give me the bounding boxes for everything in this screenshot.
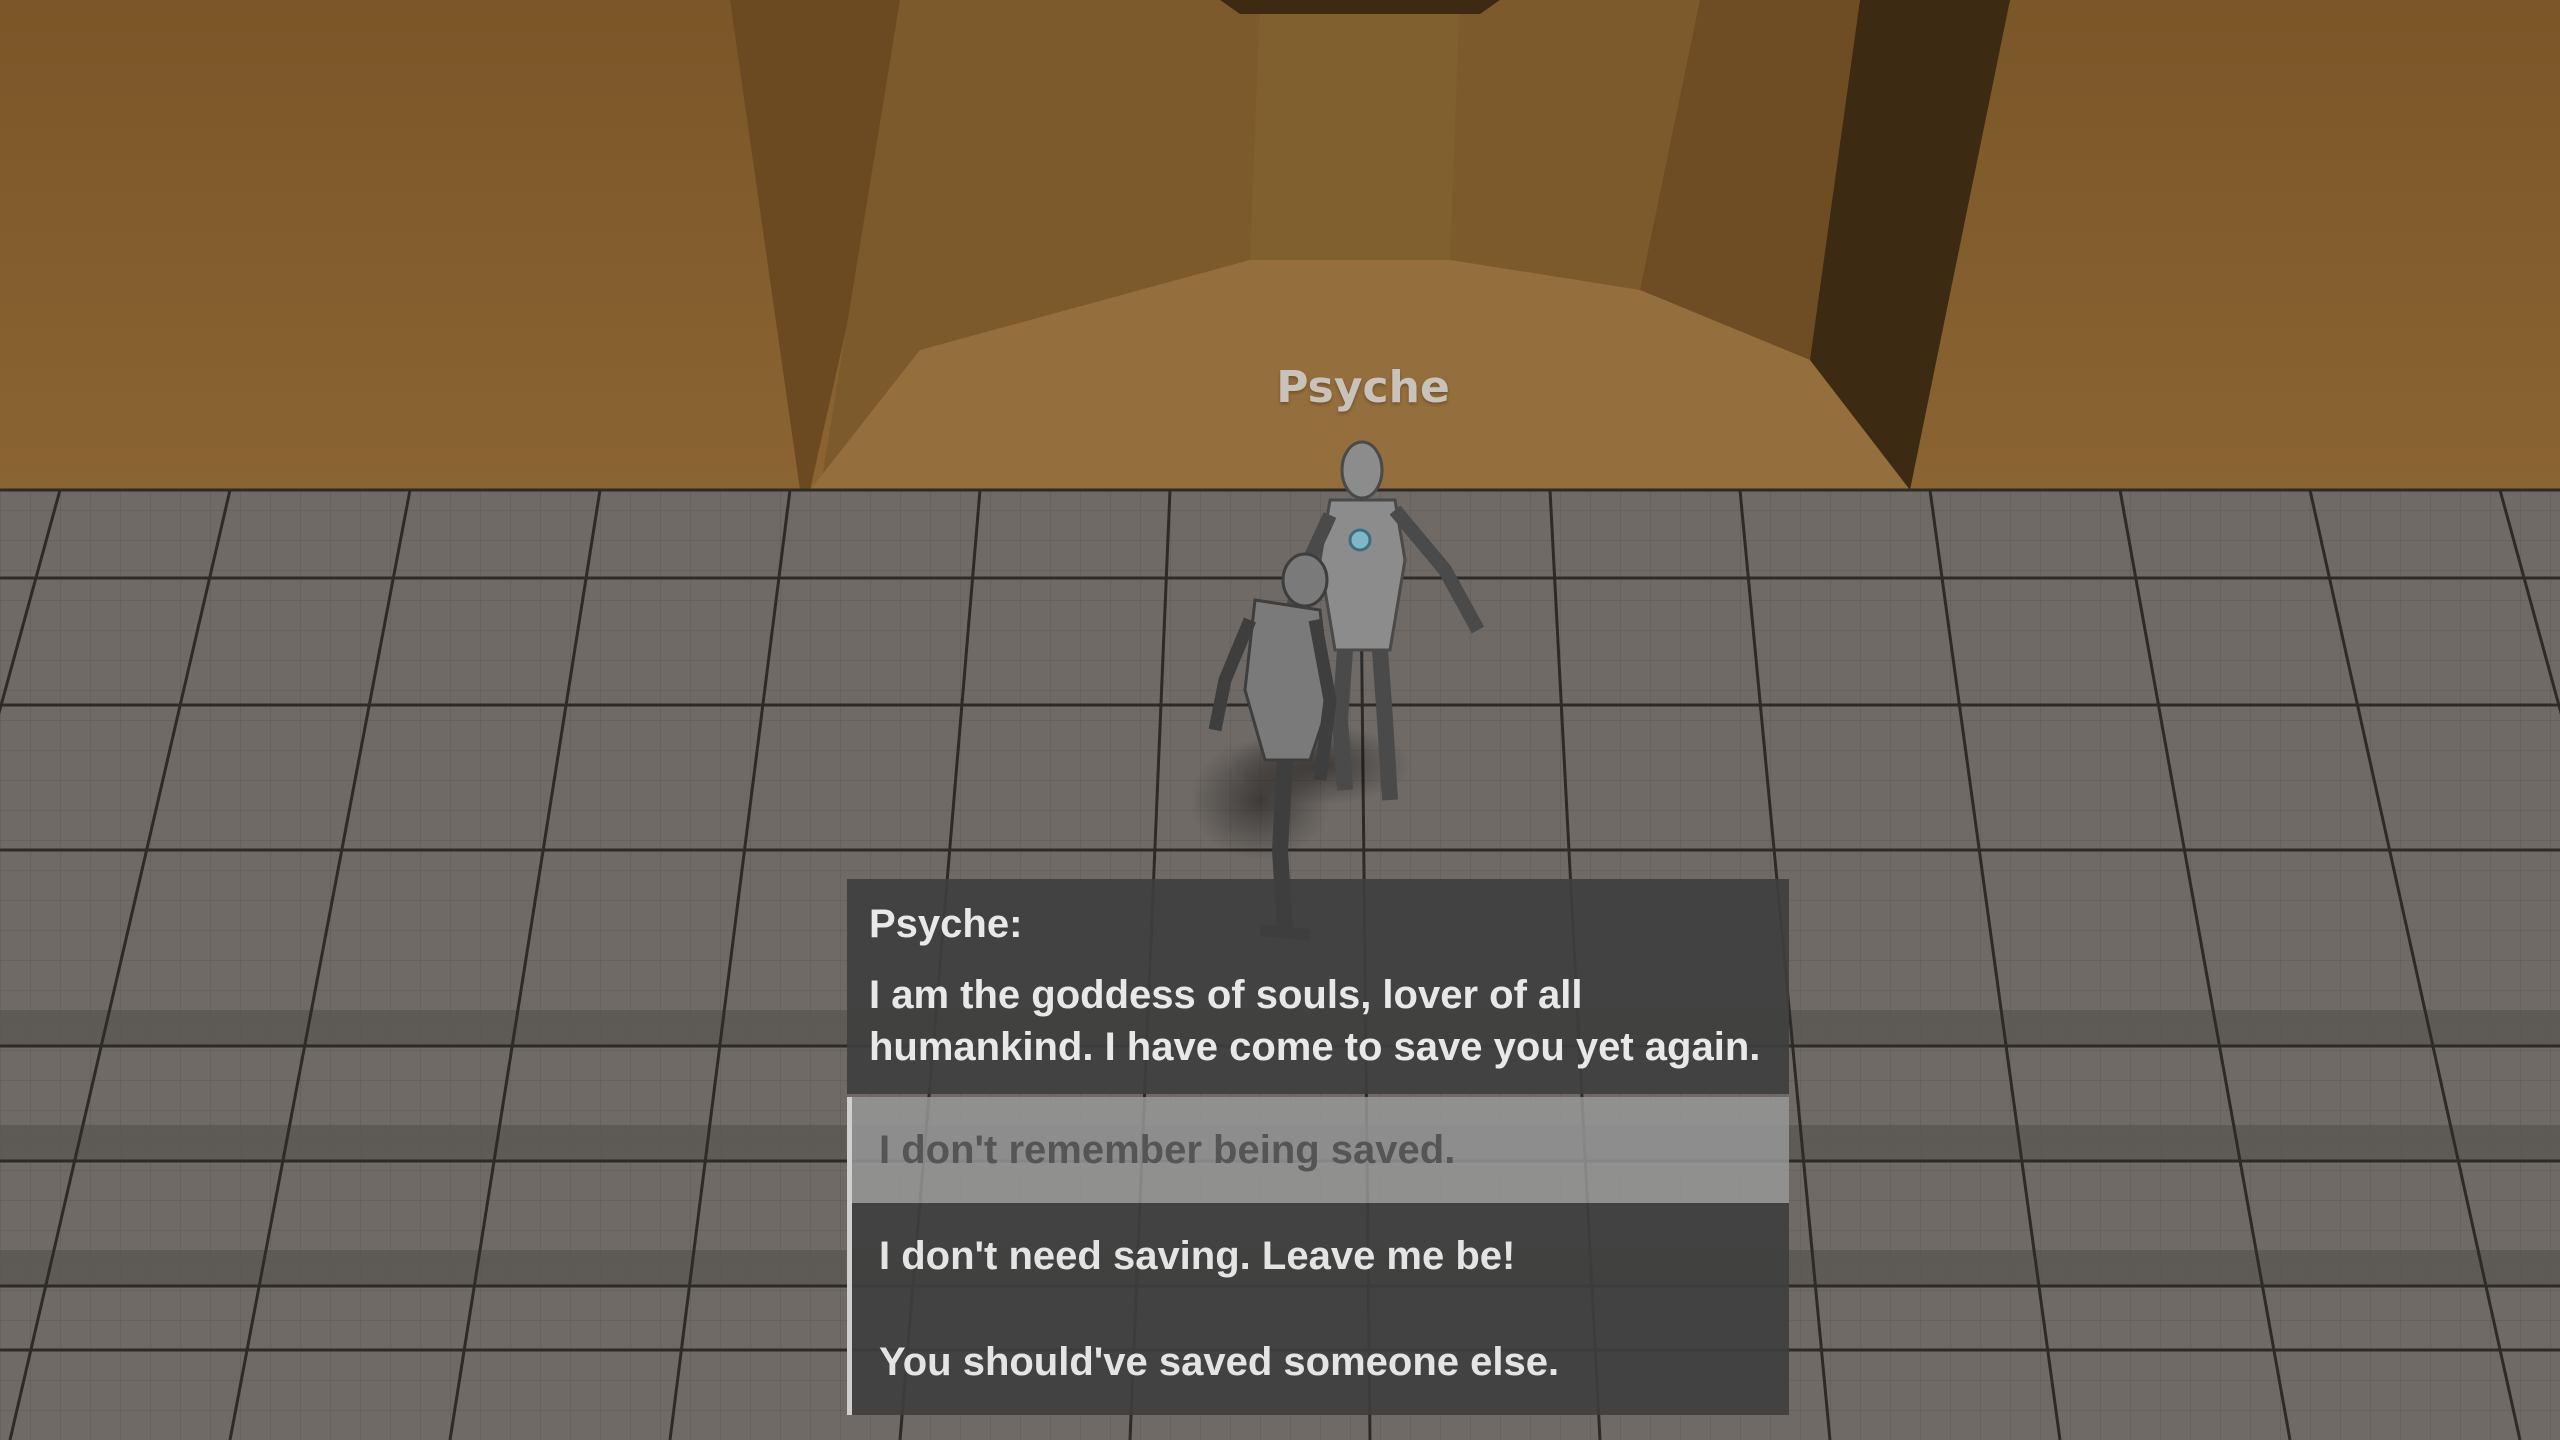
choice-option-1[interactable]: I don't remember being saved.	[847, 1097, 1789, 1203]
choice-option-2[interactable]: I don't need saving. Leave me be!	[847, 1203, 1789, 1309]
dialog-box: Psyche: I am the goddess of souls, lover…	[847, 879, 1789, 1094]
dialog-choices: I don't remember being saved. I don't ne…	[847, 1097, 1789, 1415]
npc-nameplate: Psyche	[1276, 362, 1450, 413]
dialog-line: I am the goddess of souls, lover of all …	[869, 973, 1761, 1069]
speaker-name: Psyche:	[869, 902, 1023, 946]
choice-option-3[interactable]: You should've saved someone else.	[847, 1309, 1789, 1415]
arena-wall	[0, 0, 2560, 490]
